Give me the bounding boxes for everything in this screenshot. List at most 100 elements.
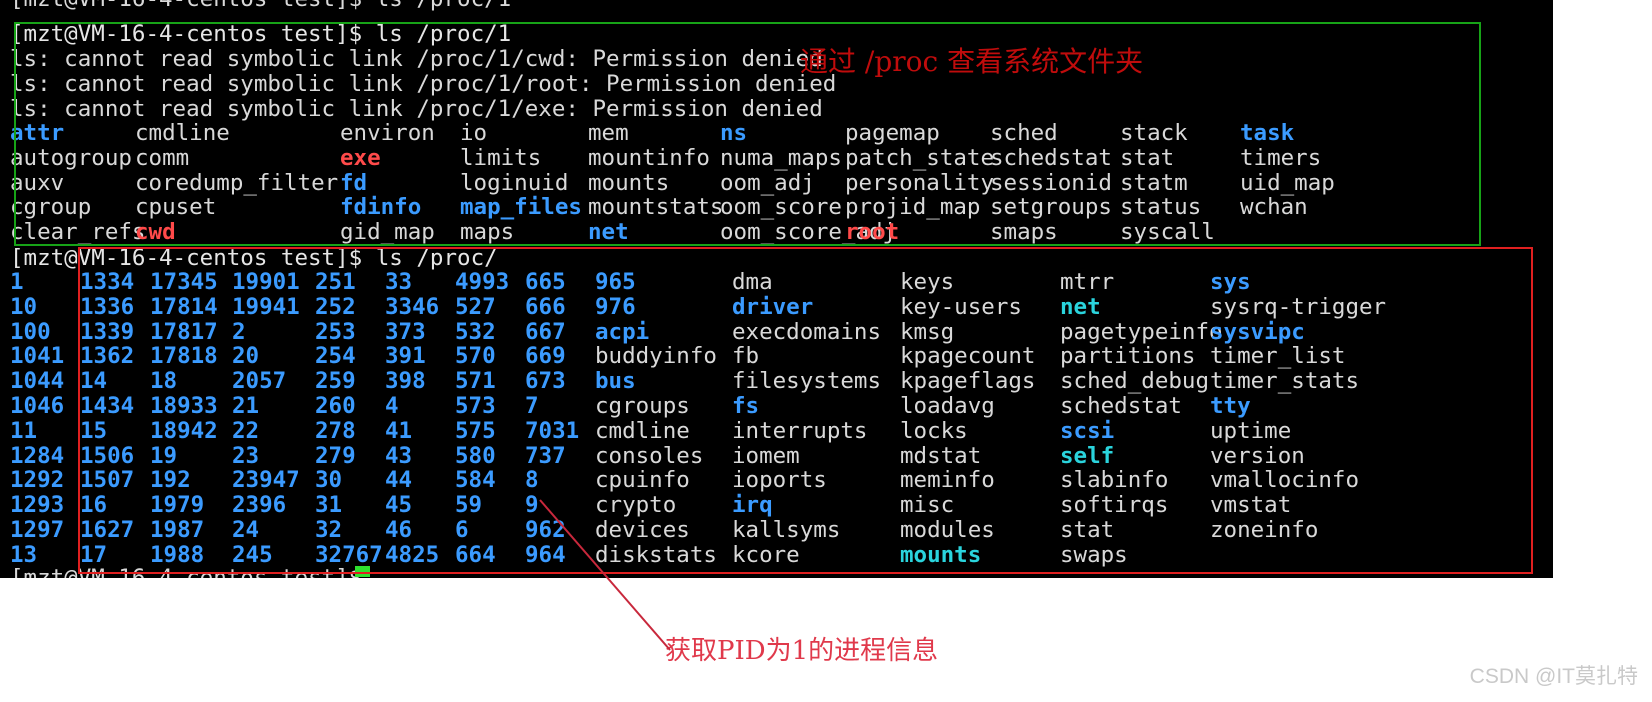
- listing-entry: map_files: [460, 194, 582, 221]
- listing-entry: 59: [455, 492, 483, 519]
- listing-entry: 580: [455, 442, 496, 469]
- listing-entry: cpuset: [135, 194, 217, 221]
- listing-entry: interrupts: [732, 417, 868, 444]
- listing-entry: clear_refs: [10, 219, 146, 246]
- listing-entry: swaps: [1060, 541, 1128, 568]
- listing-entry: 6: [455, 517, 469, 543]
- listing-entry: 32767: [315, 541, 383, 568]
- listing-entry: 1627: [80, 517, 135, 543]
- listing-entry: 4: [385, 393, 399, 419]
- listing-entry: 965: [595, 269, 636, 295]
- listing-entry: stat: [1060, 517, 1115, 543]
- listing-entry: 14: [80, 368, 108, 395]
- listing-entry: 7031: [525, 417, 580, 444]
- listing-entry: personality: [845, 169, 995, 196]
- listing-entry: oom_adj: [720, 169, 815, 196]
- listing-entry: comm: [135, 144, 190, 171]
- listing-entry: sched_debug: [1060, 368, 1210, 395]
- listing-entry: dma: [732, 269, 773, 295]
- listing-entry: 2057: [232, 368, 287, 395]
- listing-entry: 8: [525, 467, 539, 494]
- listing-entry: 19: [150, 442, 178, 469]
- listing-entry: task: [1240, 120, 1295, 146]
- listing-entry: 17: [80, 541, 108, 568]
- listing-entry: 41: [385, 417, 413, 444]
- listing-entry: 1362: [80, 343, 135, 370]
- terminal-window[interactable]: [mzt@VM-16-4-centos test]$ ls /proc/1 [m…: [0, 0, 1553, 578]
- listing-entry: 254: [315, 343, 356, 370]
- listing-entry: key-users: [900, 293, 1022, 320]
- listing-entry: fb: [732, 343, 760, 370]
- listing-entry: 3346: [385, 293, 440, 320]
- listing-entry: 2: [232, 318, 246, 345]
- listing-entry: kallsyms: [732, 517, 841, 543]
- listing-entry: mdstat: [900, 442, 982, 469]
- listing-entry: 245: [232, 541, 273, 568]
- listing-entry: timer_stats: [1210, 368, 1360, 395]
- listing-entry: 252: [315, 293, 356, 320]
- callout-arrow-line: [539, 499, 671, 651]
- listing-entry: 24: [232, 517, 260, 543]
- listing-entry: 31: [315, 492, 343, 519]
- listing-entry: cgroup: [10, 194, 92, 221]
- listing-entry: 398: [385, 368, 426, 395]
- listing-entry: mountstats: [588, 194, 724, 221]
- listing-entry: 18: [150, 368, 178, 395]
- listing-entry: 18933: [150, 393, 218, 419]
- listing-entry: 18942: [150, 417, 218, 444]
- listing-entry: softirqs: [1060, 492, 1169, 519]
- listing-entry: 1507: [80, 467, 135, 494]
- listing-entry: 15: [80, 417, 108, 444]
- listing-entry: 1334: [80, 269, 135, 295]
- listing-entry: bus: [595, 368, 636, 395]
- listing-entry: coredump_filter: [135, 169, 339, 196]
- terminal-cursor: [355, 566, 370, 577]
- listing-entry: patch_state: [845, 144, 995, 171]
- listing-entry: gid_map: [340, 219, 435, 246]
- listing-entry: root: [845, 219, 900, 246]
- annotation-top-text: 通过 /proc 查看系统文件夹: [800, 45, 1144, 78]
- listing-entry: 10: [10, 293, 38, 320]
- listing-entry: 19941: [232, 293, 300, 320]
- listing-entry: limits: [460, 144, 542, 171]
- listing-entry: 251: [315, 269, 356, 295]
- listing-entry: setgroups: [990, 194, 1112, 221]
- listing-entry: kcore: [732, 541, 800, 568]
- listing-entry: sessionid: [990, 169, 1112, 196]
- listing-entry: cgroups: [595, 393, 690, 419]
- error-line-root: ls: cannot read symbolic link /proc/1/ro…: [10, 71, 837, 97]
- listing-entry: projid_map: [845, 194, 981, 221]
- listing-entry: 664: [455, 541, 496, 568]
- listing-entry: schedstat: [990, 144, 1112, 171]
- listing-entry: fdinfo: [340, 194, 422, 221]
- listing-entry: stack: [1120, 120, 1188, 146]
- listing-entry: sys: [1210, 269, 1251, 295]
- listing-entry: 2396: [232, 492, 287, 519]
- listing-entry: vmallocinfo: [1210, 467, 1360, 494]
- listing-entry: 4993: [455, 269, 510, 295]
- listing-entry: maps: [460, 219, 515, 246]
- listing-entry: cmdline: [135, 120, 230, 146]
- listing-entry: 23947: [232, 467, 300, 494]
- listing-entry: 32: [315, 517, 343, 543]
- listing-entry: keys: [900, 269, 955, 295]
- listing-entry: loadavg: [900, 393, 995, 419]
- error-line-cwd: ls: cannot read symbolic link /proc/1/cw…: [10, 46, 823, 72]
- listing-entry: 11: [10, 417, 38, 444]
- listing-entry: partitions: [1060, 343, 1196, 370]
- listing-entry: 1988: [150, 541, 205, 568]
- listing-entry: status: [1120, 194, 1202, 221]
- listing-entry: 46: [385, 517, 413, 543]
- listing-entry: 1339: [80, 318, 135, 345]
- listing-entry: driver: [732, 293, 814, 320]
- listing-entry: 1041: [10, 343, 65, 370]
- listing-entry: 43: [385, 442, 413, 469]
- listing-entry: io: [460, 120, 488, 146]
- listing-entry: environ: [340, 120, 435, 146]
- listing-entry: net: [588, 219, 629, 246]
- listing-entry: 667: [525, 318, 566, 345]
- listing-entry: 1979: [150, 492, 205, 519]
- listing-entry: 30: [315, 467, 343, 494]
- listing-entry: misc: [900, 492, 955, 519]
- listing-entry: numa_maps: [720, 144, 842, 171]
